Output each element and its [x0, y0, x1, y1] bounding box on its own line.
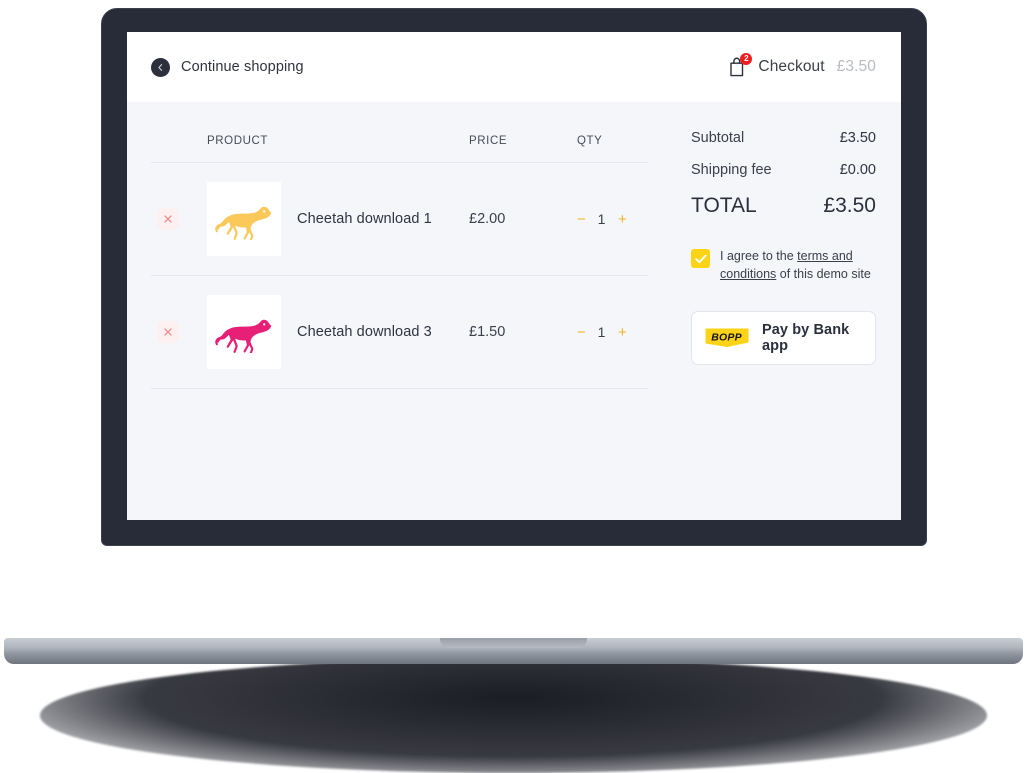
column-header-price: PRICE [469, 135, 508, 147]
check-icon [694, 254, 707, 263]
product-name: Cheetah download 1 [297, 211, 432, 227]
cart-table-header: PRODUCT PRICE QTY [151, 120, 648, 163]
continue-shopping-button[interactable]: Continue shopping [151, 57, 304, 77]
laptop-shadow [40, 658, 987, 773]
terms-agreement: I agree to the terms and conditions of t… [691, 248, 876, 284]
continue-shopping-label: Continue shopping [181, 59, 304, 75]
cheetah-silhouette-icon [215, 206, 272, 240]
cart-count-badge: 2 [740, 53, 753, 65]
order-summary: Subtotal £3.50 Shipping fee £0.00 TOTAL … [648, 102, 876, 520]
cheetah-silhouette-icon [215, 319, 272, 353]
pay-by-bank-app-button[interactable]: BOPP Pay by Bank app [691, 310, 876, 365]
pay-button-label: Pay by Bank app [762, 321, 850, 354]
table-row: Cheetah download 1 £2.00 − 1 + [151, 163, 648, 276]
product-name: Cheetah download 3 [297, 324, 432, 340]
shipping-row: Shipping fee £0.00 [691, 162, 876, 178]
laptop-screen: Continue shopping 2 Checkout £3.50 PRODU… [127, 32, 901, 520]
quantity-value: 1 [597, 211, 606, 227]
total-row: TOTAL £3.50 [691, 194, 876, 218]
remove-item-button[interactable] [157, 321, 179, 343]
quantity-stepper: − 1 + [577, 324, 647, 340]
terms-text: I agree to the terms and conditions of t… [720, 248, 876, 284]
app-header: Continue shopping 2 Checkout £3.50 [127, 32, 901, 102]
decrement-quantity-button[interactable]: − [577, 325, 586, 340]
column-header-product: PRODUCT [207, 135, 269, 147]
svg-text:BOPP: BOPP [711, 331, 742, 343]
bopp-logo-icon: BOPP [705, 328, 749, 348]
decrement-quantity-button[interactable]: − [577, 212, 586, 227]
subtotal-label: Subtotal [691, 130, 745, 146]
laptop-mockup: Continue shopping 2 Checkout £3.50 PRODU… [0, 0, 1027, 773]
shopping-bag-icon: 2 [727, 53, 753, 78]
remove-item-button[interactable] [157, 208, 179, 230]
cell-product: Cheetah download 3 [151, 295, 469, 369]
terms-prefix: I agree to the [720, 249, 798, 263]
product-price: £2.00 [469, 211, 506, 227]
checkout-total-amount: £3.50 [836, 58, 876, 75]
cell-product: Cheetah download 1 [151, 182, 469, 256]
checkout-label: Checkout [758, 58, 825, 75]
laptop-base-notch [440, 638, 587, 648]
quantity-value: 1 [597, 324, 606, 340]
product-thumbnail [207, 295, 281, 369]
app-body: PRODUCT PRICE QTY Cheetah download 1 £2.… [127, 102, 901, 520]
shipping-label: Shipping fee [691, 162, 772, 178]
chevron-left-icon [151, 57, 170, 77]
subtotal-row: Subtotal £3.50 [691, 130, 876, 146]
shipping-value: £0.00 [839, 162, 876, 178]
checkout-button[interactable]: 2 Checkout £3.50 [727, 53, 876, 78]
subtotal-value: £3.50 [839, 130, 876, 146]
total-label: TOTAL [691, 194, 757, 217]
quantity-stepper: − 1 + [577, 211, 647, 227]
terms-checkbox[interactable] [691, 249, 710, 268]
increment-quantity-button[interactable]: + [618, 325, 627, 340]
table-row: Cheetah download 3 £1.50 − 1 + [151, 276, 648, 389]
column-header-qty: QTY [577, 135, 603, 147]
cart-table: PRODUCT PRICE QTY Cheetah download 1 £2.… [151, 102, 648, 520]
increment-quantity-button[interactable]: + [618, 212, 627, 227]
terms-suffix: of this demo site [776, 266, 871, 281]
product-thumbnail [207, 182, 281, 256]
total-value: £3.50 [823, 194, 876, 217]
product-price: £1.50 [469, 324, 506, 340]
